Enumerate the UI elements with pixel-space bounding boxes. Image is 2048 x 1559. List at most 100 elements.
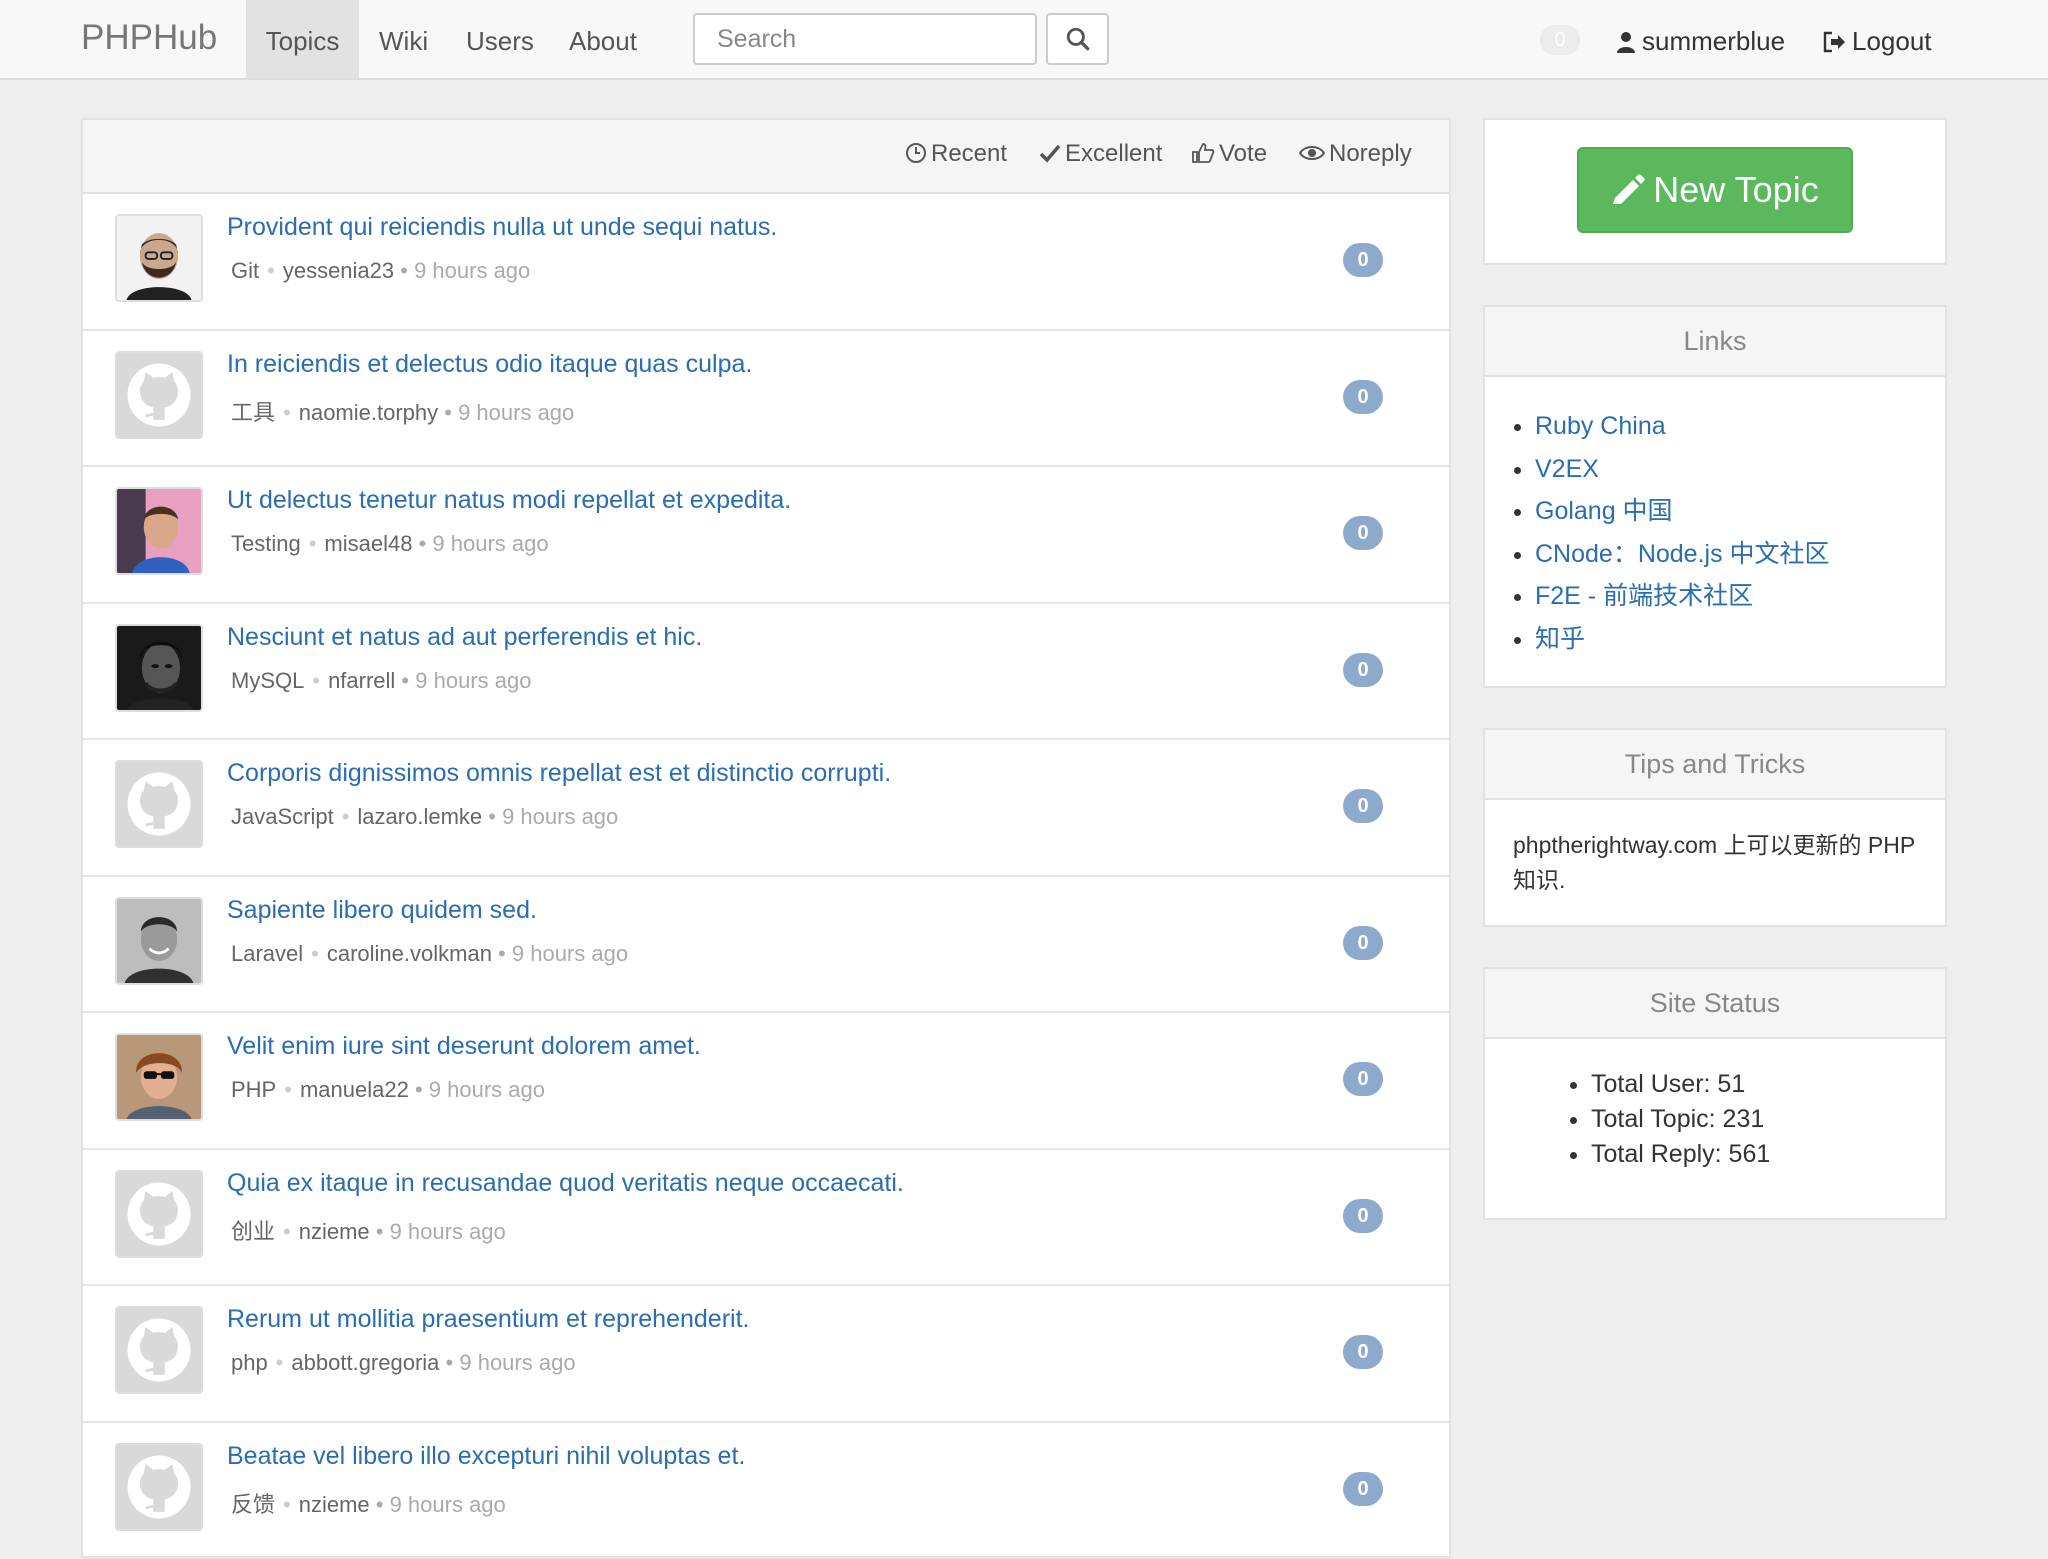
topic-row: Provident qui reiciendis nulla ut unde s… [83, 194, 1449, 331]
tips-panel: Tips and Tricks phptherightway.com 上可以更新… [1483, 728, 1947, 927]
topic-node-link[interactable]: MySQL [231, 668, 304, 693]
topic-node-link[interactable]: PHP [231, 1077, 276, 1102]
topic-row: Velit enim iure sint deserunt dolorem am… [83, 1013, 1449, 1150]
tips-text: phptherightway.com 上可以更新的 PHP 知识. [1485, 800, 1945, 926]
topic-title[interactable]: Velit enim iure sint deserunt dolorem am… [227, 1032, 701, 1061]
topic-row: Beatae vel libero illo excepturi nihil v… [83, 1423, 1449, 1559]
topic-row: In reiciendis et delectus odio itaque qu… [83, 331, 1449, 468]
new-topic-button[interactable]: New Topic [1577, 147, 1853, 233]
topic-author-link[interactable]: lazaro.lemke [357, 804, 482, 829]
topic-time-label: 9 hours ago [415, 668, 531, 693]
topic-meta: JavaScript•lazaro.lemke • 9 hours ago [231, 804, 618, 830]
topic-author-link[interactable]: nzieme [299, 1219, 370, 1244]
notification-badge[interactable]: 0 [1540, 25, 1580, 55]
link-ruby-china[interactable]: Ruby China [1535, 405, 1945, 448]
reply-count-badge: 0 [1343, 926, 1383, 960]
reply-count-badge: 0 [1343, 1062, 1383, 1096]
avatar[interactable] [115, 214, 203, 302]
filter-bar: Recent Excellent Vote Noreply [83, 120, 1449, 194]
topic-title[interactable]: Nesciunt et natus ad aut perferendis et … [227, 623, 702, 652]
topic-title[interactable]: Rerum ut mollitia praesentium et reprehe… [227, 1305, 749, 1334]
brand-logo[interactable]: PHPHub [81, 18, 217, 58]
meta-separator: • [311, 941, 319, 966]
topic-title[interactable]: Beatae vel libero illo excepturi nihil v… [227, 1442, 745, 1471]
avatar[interactable] [115, 351, 203, 439]
meta-separator: • [284, 1077, 292, 1102]
avatar[interactable] [115, 1443, 203, 1531]
avatar[interactable] [115, 897, 203, 985]
topic-node-link[interactable]: JavaScript [231, 804, 334, 829]
link-zhihu[interactable]: 知乎 [1535, 618, 1945, 661]
topic-title[interactable]: In reiciendis et delectus odio itaque qu… [227, 350, 752, 379]
nav-wiki[interactable]: Wiki [379, 0, 428, 78]
topic-author-link[interactable]: abbott.gregoria [291, 1350, 439, 1375]
topic-author-link[interactable]: yessenia23 [283, 258, 394, 283]
topic-node-link[interactable]: Laravel [231, 941, 303, 966]
topic-title[interactable]: Quia ex itaque in recusandae quod verita… [227, 1169, 904, 1198]
site-status-list: Total User: 51 Total Topic: 231 Total Re… [1485, 1039, 1945, 1172]
topic-author-link[interactable]: misael48 [324, 531, 412, 556]
reply-count-badge: 0 [1343, 789, 1383, 823]
filter-noreply[interactable]: Noreply [1299, 140, 1412, 168]
logout-link[interactable]: Logout [1822, 26, 1932, 57]
links-list: Ruby China V2EX Golang 中国 CNode：Node.js … [1485, 377, 1945, 660]
user-icon [1616, 31, 1636, 53]
thumbs-up-icon [1191, 142, 1215, 164]
topic-time: • 9 hours ago [370, 1219, 506, 1244]
topic-time-label: 9 hours ago [429, 1077, 545, 1102]
topic-node-link[interactable]: php [231, 1350, 268, 1375]
filter-vote[interactable]: Vote [1191, 140, 1267, 168]
topic-meta: Testing•misael48 • 9 hours ago [231, 531, 549, 557]
logout-icon [1822, 31, 1846, 53]
filter-recent[interactable]: Recent [905, 140, 1007, 168]
topic-meta: Git•yessenia23 • 9 hours ago [231, 258, 530, 284]
search-button[interactable] [1046, 13, 1109, 65]
topic-time: • 9 hours ago [409, 1077, 545, 1102]
topic-meta: 创业•nzieme • 9 hours ago [231, 1214, 506, 1246]
topic-node-link[interactable]: 创业 [231, 1219, 275, 1244]
avatar[interactable] [115, 1306, 203, 1394]
avatar[interactable] [115, 624, 203, 712]
tips-heading: Tips and Tricks [1485, 730, 1945, 800]
filter-recent-label: Recent [931, 140, 1007, 167]
link-f2e[interactable]: F2E - 前端技术社区 [1535, 575, 1945, 618]
avatar[interactable] [115, 760, 203, 848]
topic-time: • 9 hours ago [492, 941, 628, 966]
topic-title[interactable]: Ut delectus tenetur natus modi repellat … [227, 486, 791, 515]
avatar[interactable] [115, 1170, 203, 1258]
topic-node-link[interactable]: 反馈 [231, 1492, 275, 1517]
nav-about[interactable]: About [569, 0, 637, 78]
link-v2ex[interactable]: V2EX [1535, 448, 1945, 491]
check-icon [1039, 142, 1061, 164]
nav-topics[interactable]: Topics [246, 0, 359, 78]
topic-title[interactable]: Corporis dignissimos omnis repellat est … [227, 759, 891, 788]
user-profile-link[interactable]: summerblue [1616, 26, 1785, 57]
search-icon [1065, 26, 1091, 52]
topic-title[interactable]: Sapiente libero quidem sed. [227, 896, 537, 925]
link-golang[interactable]: Golang 中国 [1535, 490, 1945, 533]
topic-meta: PHP • manuela22 • 9 hours ago [231, 1077, 545, 1103]
filter-excellent[interactable]: Excellent [1039, 140, 1162, 168]
meta-separator: • [283, 400, 291, 425]
link-cnode[interactable]: CNode：Node.js 中文社区 [1535, 533, 1945, 576]
topic-node-link[interactable]: Git [231, 258, 259, 283]
topic-author-link[interactable]: nfarrell [328, 668, 395, 693]
filter-noreply-label: Noreply [1329, 140, 1412, 167]
topic-author-link[interactable]: nzieme [299, 1492, 370, 1517]
site-status-panel: Site Status Total User: 51 Total Topic: … [1483, 967, 1947, 1220]
topic-row: Quia ex itaque in recusandae quod verita… [83, 1150, 1449, 1287]
topic-time-label: 9 hours ago [390, 1219, 506, 1244]
topic-node-link[interactable]: 工具 [231, 400, 275, 425]
topic-title[interactable]: Provident qui reiciendis nulla ut unde s… [227, 213, 777, 242]
topic-author-link[interactable]: caroline.volkman [327, 941, 492, 966]
topic-time: • 9 hours ago [482, 804, 618, 829]
search-input[interactable] [693, 13, 1037, 65]
avatar[interactable] [115, 487, 203, 575]
topic-time-label: 9 hours ago [459, 1350, 575, 1375]
topic-node-link[interactable]: Testing [231, 531, 301, 556]
clock-icon [905, 142, 927, 164]
topic-author-link[interactable]: naomie.torphy [299, 400, 438, 425]
avatar[interactable] [115, 1033, 203, 1121]
topic-author-link[interactable]: manuela22 [300, 1077, 409, 1102]
nav-users[interactable]: Users [466, 0, 534, 78]
